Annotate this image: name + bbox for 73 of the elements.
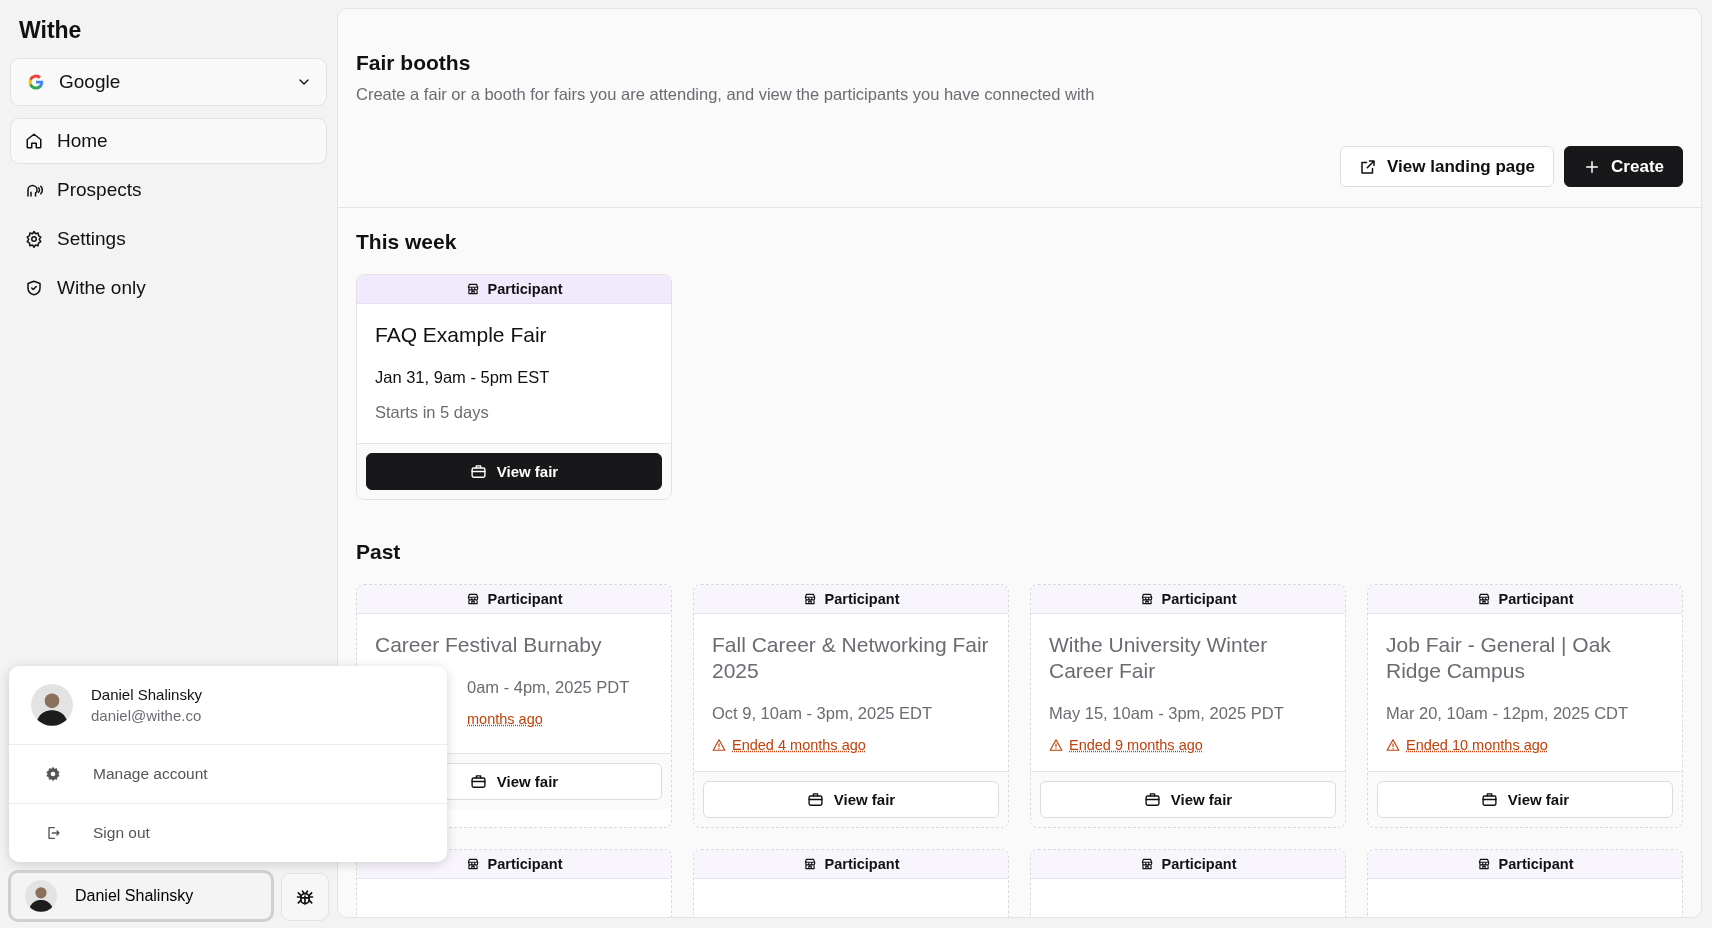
section-title: Past — [356, 540, 402, 564]
settings-icon — [45, 766, 61, 782]
badge-label: Participant — [487, 591, 563, 607]
landing-page-button[interactable]: View landing page — [1340, 146, 1555, 187]
shield-check-icon — [25, 279, 43, 297]
start-status: Starts in 5 days — [375, 403, 490, 422]
settings-icon — [25, 230, 43, 248]
page-subtitle: Create a fair or a booth for fairs you are attending, and view the participants you have connected with — [356, 85, 1096, 104]
view-fair-button[interactable]: View fair — [703, 781, 999, 818]
warning-icon — [1386, 738, 1400, 752]
store-icon — [465, 857, 480, 871]
fair-title: Withe University Winter Career Fair — [1049, 632, 1269, 684]
ended-status: months ago — [467, 711, 543, 727]
user-name: Daniel Shalinsky — [91, 686, 202, 703]
warning-icon — [712, 738, 726, 752]
menu-item[interactable]: Sign out — [9, 804, 447, 862]
store-icon — [1139, 592, 1154, 606]
nav-item[interactable]: Prospects — [10, 167, 327, 213]
page-title: Fair booths — [356, 51, 472, 75]
badge-label: Participant — [824, 856, 900, 872]
badge-label: Participant — [487, 281, 563, 297]
ended-status: Ended 4 months ago — [732, 737, 866, 753]
fair-date: Mar 20, 10am - 12pm, 2025 CDT — [1386, 704, 1629, 722]
external-link-icon — [1359, 157, 1378, 176]
sign-out-icon — [45, 825, 61, 841]
store-icon — [465, 282, 480, 296]
briefcase-icon — [469, 773, 487, 790]
bug-report-button[interactable] — [281, 873, 329, 921]
badge-label: Participant — [1161, 591, 1237, 607]
create-button[interactable]: Create — [1564, 146, 1683, 187]
nav-item[interactable]: Settings — [10, 216, 327, 262]
fair-date: 0am - 4pm, 2025 PDT — [467, 678, 630, 696]
store-icon — [802, 857, 817, 871]
ended-status: Ended 10 months ago — [1406, 737, 1548, 753]
user-button[interactable]: Daniel Shalinsky — [8, 870, 274, 922]
briefcase-icon — [1143, 791, 1161, 808]
avatar — [31, 684, 73, 726]
nav-item[interactable]: Home — [10, 118, 327, 164]
avatar — [25, 880, 57, 912]
briefcase-icon — [806, 791, 824, 808]
fair-title: Career Festival Burnaby — [375, 632, 603, 658]
fair-date: Jan 31, 9am - 5pm EST — [375, 368, 550, 386]
badge-label: Participant — [1498, 856, 1574, 872]
section-title: This week — [356, 230, 458, 254]
fair-title: Job Fair - General | Oak Ridge Campus — [1386, 632, 1612, 684]
briefcase-icon — [1480, 791, 1498, 808]
store-icon — [1476, 592, 1491, 606]
menu-item[interactable]: Manage account — [9, 745, 447, 804]
badge-label: Participant — [1161, 856, 1237, 872]
view-fair-button[interactable]: View fair — [366, 453, 662, 490]
view-fair-button[interactable]: View fair — [1040, 781, 1336, 818]
bug-icon — [295, 887, 315, 907]
store-icon — [1139, 857, 1154, 871]
brand-name: Withe — [19, 17, 83, 44]
briefcase-icon — [469, 463, 487, 480]
workspace-select[interactable]: Google — [10, 58, 327, 106]
google-icon — [27, 73, 45, 91]
store-icon — [465, 592, 480, 606]
nav-item[interactable]: Withe only — [10, 265, 327, 311]
fair-date: May 15, 10am - 3pm, 2025 PDT — [1049, 704, 1284, 722]
store-icon — [802, 592, 817, 606]
fair-title: Fall Career & Networking Fair 2025 — [712, 632, 990, 684]
fair-title: FAQ Example Fair — [375, 322, 548, 348]
store-icon — [1476, 857, 1491, 871]
user-email: daniel@withe.co — [91, 707, 202, 724]
badge-label: Participant — [824, 591, 900, 607]
badge-label: Participant — [1498, 591, 1574, 607]
fair-date: Oct 9, 10am - 3pm, 2025 EDT — [712, 704, 933, 722]
warning-icon — [1049, 738, 1063, 752]
ended-status: Ended 9 months ago — [1069, 737, 1203, 753]
view-fair-button[interactable]: View fair — [1377, 781, 1673, 818]
home-icon — [25, 132, 43, 150]
badge-label: Participant — [487, 856, 563, 872]
